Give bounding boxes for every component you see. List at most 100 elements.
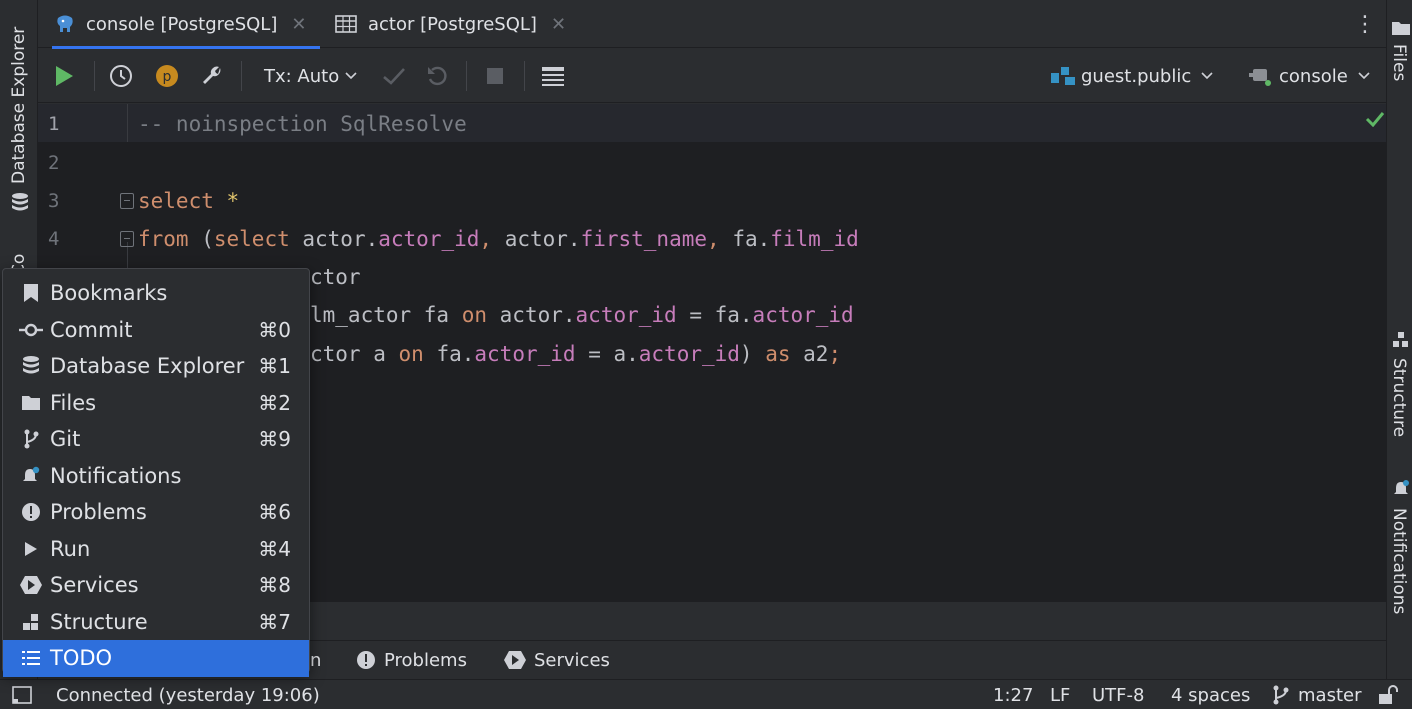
schema-icon (1051, 65, 1075, 87)
popup-item-problems[interactable]: Problems ⌘6 (3, 494, 309, 531)
line-number: 3 (48, 190, 60, 212)
fold-icon[interactable] (120, 193, 134, 209)
tool-tab-partial[interactable]: n (310, 641, 321, 679)
more-options-icon[interactable]: ⋮ (1354, 0, 1376, 48)
tab-label: actor [PostgreSQL] (368, 13, 537, 35)
shortcut: ⌘7 (258, 609, 291, 634)
problems-icon (356, 650, 376, 670)
tool-tab-label: n (310, 649, 322, 671)
popup-item-files[interactable]: Files ⌘2 (3, 385, 309, 422)
popup-item-structure[interactable]: Structure ⌘7 (3, 604, 309, 641)
tool-tab-label: Services (534, 649, 610, 671)
toolbar-divider (241, 61, 242, 91)
todo-icon (19, 646, 43, 670)
shortcut: ⌘8 (258, 573, 291, 598)
popup-item-commit[interactable]: Commit ⌘0 (3, 312, 309, 349)
popup-item-label: Structure (50, 609, 148, 634)
shortcut: ⌘2 (258, 390, 291, 415)
console-toolbar: p Tx: Auto guest.public console (38, 49, 1386, 103)
structure-icon (19, 610, 43, 634)
popup-item-notifications[interactable]: Notifications (3, 458, 309, 495)
services-icon (504, 650, 526, 670)
output-layout-button[interactable] (541, 49, 565, 103)
history-button[interactable] (109, 49, 133, 103)
shortcut: ⌘1 (258, 354, 291, 379)
structure-tool-button[interactable]: Structure (1389, 358, 1409, 437)
readonly-toggle[interactable] (1378, 680, 1398, 709)
popup-item-todo[interactable]: TODO (3, 640, 309, 677)
close-icon[interactable]: ✕ (291, 14, 306, 35)
popup-item-label: Database Explorer (50, 354, 245, 379)
close-icon[interactable]: ✕ (551, 14, 566, 35)
popup-item-label: Notifications (50, 463, 182, 488)
branch-label: master (1298, 684, 1362, 706)
shortcut: ⌘0 (258, 317, 291, 342)
chevron-down-icon (1201, 72, 1213, 80)
popup-item-services[interactable]: Services ⌘8 (3, 567, 309, 604)
structure-icon[interactable] (1393, 332, 1409, 348)
chevron-down-icon (1358, 72, 1370, 80)
indent-setting[interactable]: 4 spaces (1171, 680, 1250, 709)
stop-button[interactable] (486, 49, 504, 103)
popup-item-label: Git (50, 427, 81, 452)
shortcut: ⌘4 (258, 536, 291, 561)
folder-icon[interactable] (1392, 20, 1410, 36)
git-branch-icon (1272, 685, 1290, 705)
fold-icon[interactable] (120, 231, 134, 247)
files-tool-button[interactable]: Files (1389, 44, 1409, 81)
status-bar: Connected (yesterday 19:06) 1:27 LF UTF-… (0, 679, 1412, 709)
plug-icon (1249, 65, 1273, 87)
rollback-button[interactable] (426, 49, 448, 103)
tx-label: Tx: Auto (264, 65, 340, 87)
settings-button[interactable] (200, 49, 224, 103)
bell-icon[interactable] (1392, 480, 1410, 498)
folder-icon (19, 391, 43, 415)
toolbar-divider (94, 61, 95, 91)
git-branch-icon (19, 427, 43, 451)
tool-tab-services[interactable]: Services (504, 641, 610, 679)
popup-item-label: Problems (50, 500, 147, 525)
popup-item-git[interactable]: Git ⌘9 (3, 421, 309, 458)
transaction-mode-dropdown[interactable]: Tx: Auto (264, 49, 357, 103)
file-encoding[interactable]: UTF-8 (1092, 680, 1144, 709)
chevron-down-icon (345, 72, 357, 80)
explain-plan-button[interactable]: p (155, 49, 179, 103)
code-line-4: from (select actor.actor_id, actor.first… (138, 227, 859, 251)
session-label: console (1279, 65, 1348, 87)
table-icon (334, 15, 358, 33)
caret-position[interactable]: 1:27 (993, 680, 1033, 709)
schema-selector[interactable]: guest.public (1051, 49, 1213, 103)
tool-tab-problems[interactable]: Problems (356, 641, 467, 679)
window-icon (12, 686, 32, 704)
undo-icon (426, 65, 448, 87)
problems-icon (19, 500, 43, 524)
session-selector[interactable]: console (1249, 49, 1370, 103)
tab-actor[interactable]: actor [PostgreSQL] ✕ (334, 0, 566, 48)
tool-tab-label: Problems (384, 649, 467, 671)
database-icon (19, 354, 43, 378)
tab-console[interactable]: console [PostgreSQL] ✕ (52, 0, 320, 49)
editor-tab-bar: console [PostgreSQL] ✕ actor [PostgreSQL… (38, 0, 1386, 49)
line-separator[interactable]: LF (1050, 680, 1070, 709)
indent-guide (127, 104, 128, 142)
check-ok-icon (1364, 110, 1386, 128)
connection-status[interactable]: Connected (yesterday 19:06) (56, 680, 320, 709)
p-badge-icon: p (155, 64, 179, 88)
clock-icon (109, 64, 133, 88)
tool-windows-popup: Bookmarks Commit ⌘0 Database Explorer ⌘1… (2, 268, 310, 677)
table-list-icon (541, 65, 565, 87)
popup-item-database-explorer[interactable]: Database Explorer ⌘1 (3, 348, 309, 385)
database-explorer-tool-button[interactable]: Database Explorer (9, 27, 29, 184)
checkmark-icon (382, 66, 406, 86)
popup-item-run[interactable]: Run ⌘4 (3, 531, 309, 568)
popup-item-bookmarks[interactable]: Bookmarks (3, 275, 309, 312)
toggle-tool-windows-button[interactable] (12, 680, 32, 709)
commit-button[interactable] (382, 49, 406, 103)
postgres-elephant-icon (52, 14, 78, 34)
toolbar-divider (466, 61, 467, 91)
toolbar-divider (524, 61, 525, 91)
git-branch-widget[interactable]: master (1272, 680, 1361, 709)
execute-button[interactable] (54, 49, 74, 103)
notifications-tool-button[interactable]: Notifications (1389, 508, 1409, 614)
database-icon[interactable] (9, 191, 31, 215)
